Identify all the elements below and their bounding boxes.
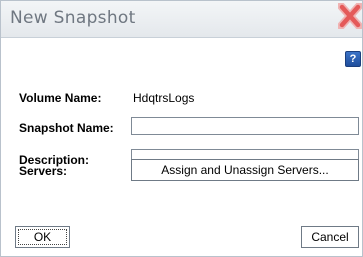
title-bar[interactable]: New Snapshot [1,1,363,38]
close-icon[interactable] [337,2,363,30]
help-icon[interactable]: ? [345,51,361,67]
assign-servers-button[interactable]: Assign and Unassign Servers... [131,159,359,181]
dialog-title: New Snapshot [10,8,136,28]
new-snapshot-dialog: New Snapshot ? Volume Name: HdqtrsLogs S… [0,0,363,257]
snapshot-name-input[interactable] [131,117,359,135]
cancel-button[interactable]: Cancel [301,226,359,248]
volume-name-value: HdqtrsLogs [133,91,195,105]
servers-label: Servers: [19,164,68,178]
snapshot-name-label: Snapshot Name: [19,121,114,135]
ok-button[interactable]: OK [15,226,70,248]
volume-name-label: Volume Name: [19,91,102,105]
